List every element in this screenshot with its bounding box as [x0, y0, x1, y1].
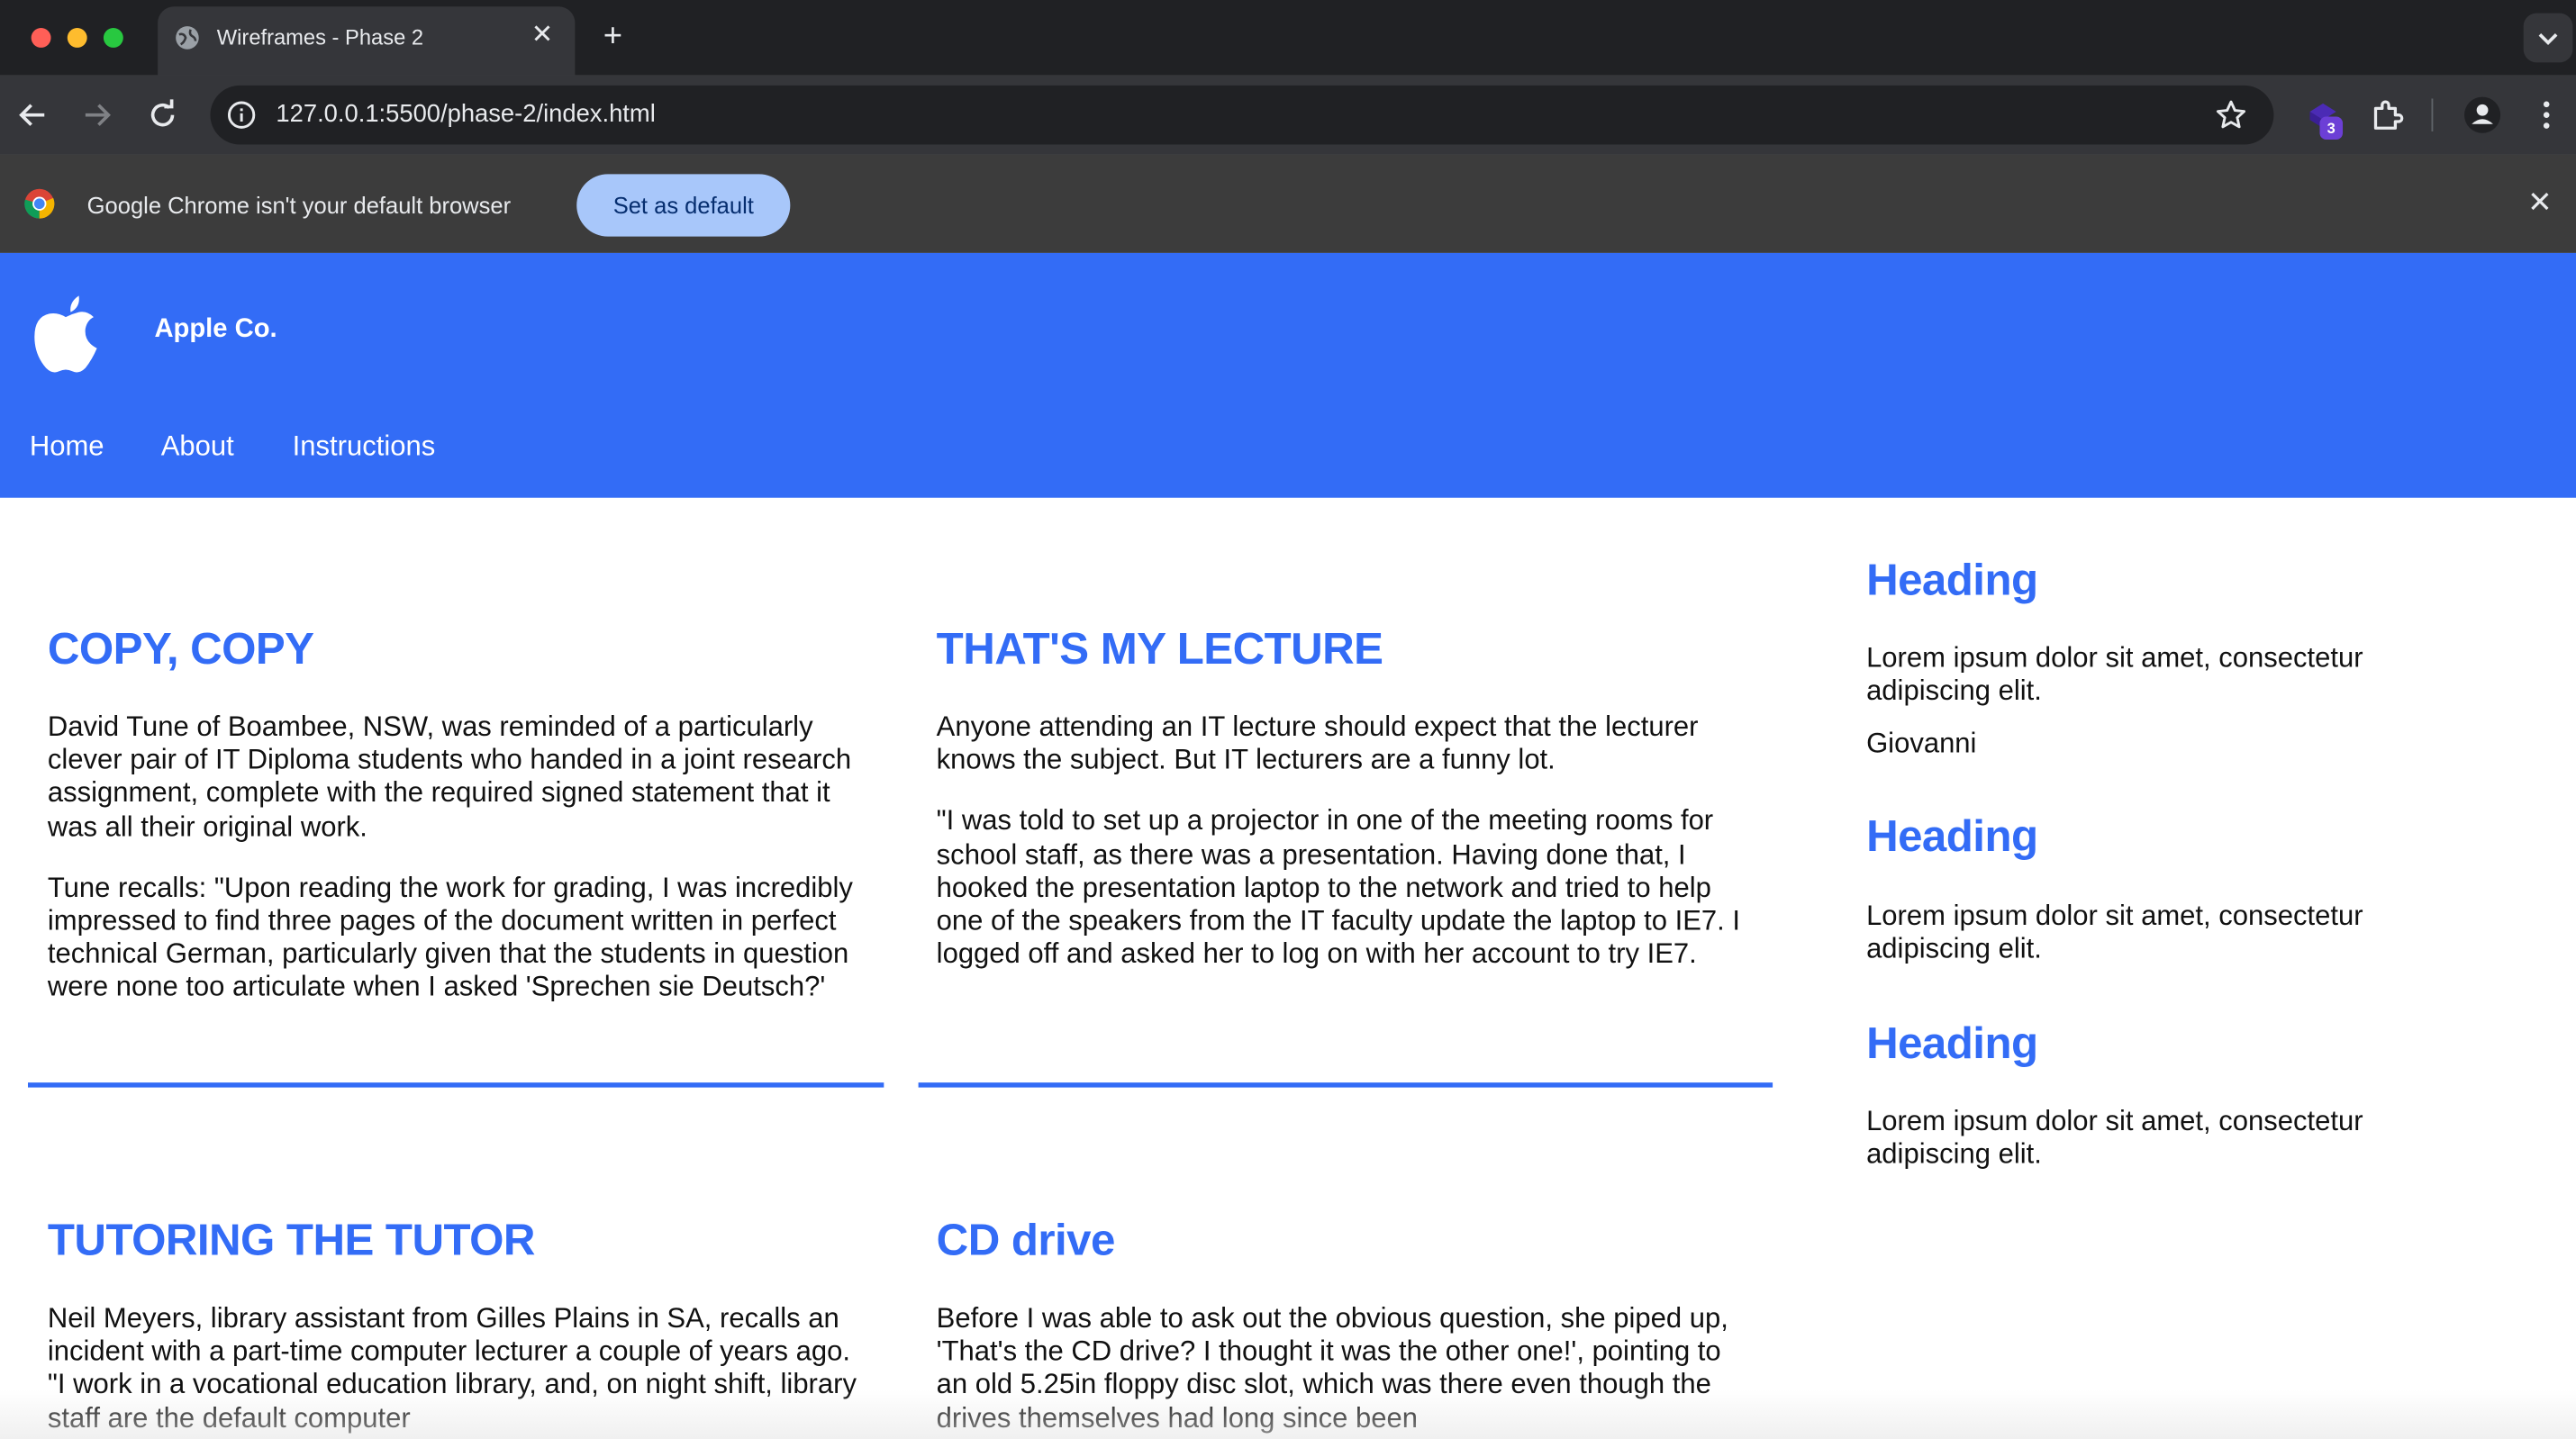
- sidebar-heading: Heading: [1866, 811, 2038, 861]
- article-paragraph: "I was told to set up a projector in one…: [936, 805, 1741, 970]
- article-copy-copy: COPY, COPY David Tune of Boambee, NSW, w…: [48, 624, 869, 1005]
- sidebar-heading: Heading: [1866, 1018, 2038, 1068]
- nav-instructions-link[interactable]: Instructions: [293, 430, 436, 463]
- apple-logo-icon[interactable]: [30, 289, 102, 375]
- chevron-down-icon: [2538, 33, 2558, 46]
- site-info-icon[interactable]: [225, 98, 258, 131]
- sidebar-heading: Heading: [1866, 555, 2038, 605]
- screen: Wireframes - Phase 2 ✕ + 127.0.0.1:5500/…: [0, 0, 2576, 1439]
- article-paragraph: David Tune of Boambee, NSW, was reminded…: [47, 710, 852, 843]
- brand-name: Apple Co.: [154, 315, 277, 344]
- article-title: CD drive: [936, 1215, 1116, 1265]
- reload-icon[interactable]: [143, 95, 183, 135]
- tab-title: Wireframes - Phase 2: [216, 24, 424, 50]
- article-paragraph: Before I was able to ask out the obvious…: [936, 1302, 1728, 1434]
- sidebar-author: Giovanni: [1866, 728, 1977, 759]
- article-title: TUTORING THE TUTOR: [47, 1215, 536, 1265]
- article-title: THAT'S MY LECTURE: [936, 624, 1383, 674]
- article-paragraph: Tune recalls: "Upon reading the work for…: [47, 872, 853, 1003]
- url-text: 127.0.0.1:5500/phase-2/index.html: [276, 100, 656, 129]
- new-tab-icon[interactable]: +: [594, 18, 630, 54]
- close-tab-icon[interactable]: ✕: [526, 20, 558, 52]
- sidebar-text: Lorem ipsum dolor sit amet, consectetur …: [1866, 1105, 2363, 1171]
- extension-badge: 3: [2319, 116, 2344, 140]
- minimize-window-button[interactable]: [67, 28, 87, 48]
- chrome-logo-icon: [24, 188, 55, 219]
- back-icon[interactable]: [14, 95, 53, 135]
- forward-icon[interactable]: [77, 95, 117, 135]
- maximize-window-button[interactable]: [103, 28, 123, 48]
- menu-kebab-icon[interactable]: [2526, 95, 2566, 135]
- article-cd-drive: CD drive Before I was able to ask out th…: [937, 1216, 1758, 1435]
- article-tutoring-the-tutor: TUTORING THE TUTOR Neil Meyers, library …: [48, 1216, 869, 1435]
- article-paragraph: Neil Meyers, library assistant from Gill…: [47, 1302, 857, 1434]
- default-browser-infobar: Google Chrome isn't your default browser…: [0, 154, 2576, 253]
- article-paragraph: Anyone attending an IT lecture should ex…: [936, 710, 1699, 776]
- tab-strip: Wireframes - Phase 2 ✕ +: [0, 0, 2576, 76]
- article-divider: [918, 1082, 1773, 1088]
- profile-icon[interactable]: [2463, 95, 2502, 135]
- article-divider: [28, 1082, 884, 1088]
- address-bar[interactable]: 127.0.0.1:5500/phase-2/index.html: [210, 85, 2274, 145]
- globe-icon: [176, 26, 199, 50]
- article-title: COPY, COPY: [47, 624, 314, 674]
- puzzle-icon[interactable]: [2367, 95, 2407, 135]
- article-thats-my-lecture: THAT'S MY LECTURE Anyone attending an IT…: [937, 624, 1758, 972]
- browser-toolbar: 127.0.0.1:5500/phase-2/index.html: [0, 75, 2576, 155]
- browser-tab[interactable]: Wireframes - Phase 2 ✕: [158, 6, 576, 76]
- site-header: Apple Co. Home About Instructions: [0, 252, 2576, 498]
- sidebar-text: Lorem ipsum dolor sit amet, consectetur …: [1866, 642, 2363, 707]
- close-infobar-icon[interactable]: ✕: [2524, 186, 2556, 218]
- bookmark-star-icon[interactable]: [2215, 98, 2247, 131]
- close-window-button[interactable]: [31, 28, 51, 48]
- nav-home-link[interactable]: Home: [30, 430, 104, 463]
- sidebar-text: Lorem ipsum dolor sit amet, consectetur …: [1866, 900, 2363, 965]
- nav-about-link[interactable]: About: [161, 430, 234, 463]
- set-as-default-button[interactable]: Set as default: [576, 174, 791, 237]
- infobar-message: Google Chrome isn't your default browser: [86, 192, 512, 219]
- toolbar-separator: [2431, 98, 2434, 131]
- tab-search-button[interactable]: [2523, 13, 2573, 63]
